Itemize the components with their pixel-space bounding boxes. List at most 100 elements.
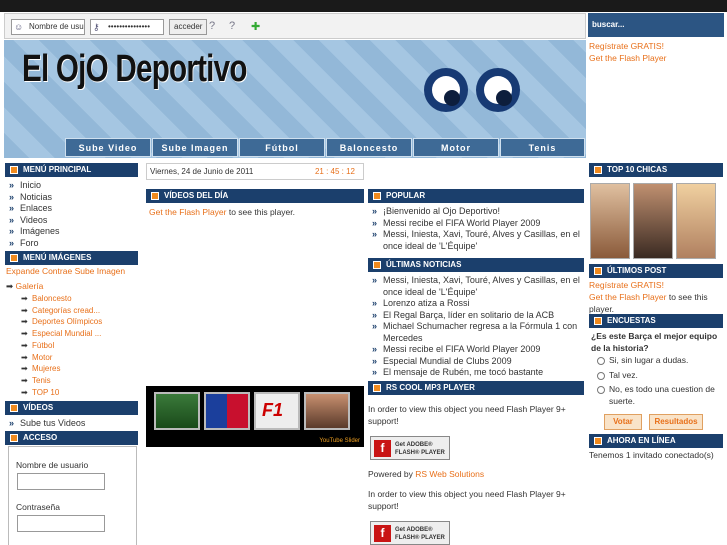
access-username-input[interactable] bbox=[17, 473, 105, 490]
radio-button bbox=[597, 357, 605, 365]
menu-item-foro[interactable]: Foro bbox=[4, 238, 140, 250]
login-bar: ☺ Nombre de usu ⚷ ••••••••••••••• accede… bbox=[4, 13, 586, 39]
gallery-item[interactable]: Categorías cread... bbox=[4, 305, 140, 317]
key-icon: ⚷ bbox=[93, 22, 100, 32]
menu-item-upload-videos[interactable]: Sube tus Videos bbox=[4, 418, 140, 430]
results-button[interactable]: Resultados bbox=[649, 414, 703, 430]
latest-news-list: Messi, Iniesta, Xavi, Touré, Alves y Cas… bbox=[367, 275, 585, 379]
get-flash-button-2[interactable]: f Get ADOBE® FLASH® PLAYER bbox=[370, 521, 450, 545]
main-menu: Inicio Noticias Enlaces Videos Imágenes … bbox=[4, 180, 140, 249]
latest-news-header: ÚLTIMAS NOTICIAS bbox=[368, 258, 584, 272]
upload-image-link[interactable]: Sube Imagen bbox=[75, 266, 126, 276]
top10-photo[interactable] bbox=[590, 183, 630, 259]
access-password-input[interactable] bbox=[17, 515, 105, 532]
site-title: El OjO Deportivo bbox=[22, 48, 247, 90]
search-input[interactable]: buscar... bbox=[588, 13, 724, 37]
rs-web-solutions-link[interactable]: RS Web Solutions bbox=[415, 469, 484, 479]
date-bar: Viernes, 24 de Junio de 2011 21 : 45 : 1… bbox=[146, 163, 364, 180]
password-label: Contraseña bbox=[16, 502, 60, 512]
flash-player-link[interactable]: Get the Flash Player bbox=[589, 53, 666, 63]
gallery-item[interactable]: Tenis bbox=[4, 375, 140, 387]
video-thumb-nba[interactable] bbox=[204, 392, 250, 430]
vote-button[interactable]: Votar bbox=[604, 414, 642, 430]
poll-option[interactable]: No, es todo una cuestion de suerte. bbox=[589, 384, 725, 407]
gallery-item[interactable]: Fútbol bbox=[4, 340, 140, 352]
user-icon: ☺ bbox=[14, 22, 24, 32]
clock: 21 : 45 : 12 bbox=[314, 167, 355, 176]
nav-tab-futbol[interactable]: Fútbol bbox=[239, 138, 325, 157]
menu-item-videos[interactable]: Videos bbox=[4, 215, 140, 227]
get-flash-link-2[interactable]: Get the Flash Player bbox=[589, 292, 666, 302]
password-input[interactable]: ⚷ ••••••••••••••• bbox=[90, 19, 164, 35]
nav-tab-motor[interactable]: Motor bbox=[413, 138, 499, 157]
videos-day-header: VÍDEOS DEL DÍA bbox=[146, 189, 364, 203]
slider-label: YouTube Slider bbox=[319, 438, 360, 444]
popular-header: POPULAR bbox=[368, 189, 584, 203]
username-label: Nombre de usuario bbox=[16, 460, 89, 470]
f1-logo-icon: F1 bbox=[262, 400, 284, 420]
gallery-item[interactable]: Especial Mundial ... bbox=[4, 328, 140, 340]
news-item[interactable]: Lorenzo atiza a Rossi bbox=[367, 298, 585, 310]
poll-option[interactable]: Si, sin lugar a dudas. bbox=[589, 355, 725, 367]
gallery-item[interactable]: Mujeres bbox=[4, 363, 140, 375]
top10-photo[interactable] bbox=[633, 183, 673, 259]
gallery-root[interactable]: ➡ Galería bbox=[6, 281, 43, 293]
gallery-item[interactable]: TOP 10 bbox=[4, 387, 140, 399]
news-item[interactable]: Messi, Iniesta, Xavi, Touré, Alves y Cas… bbox=[367, 275, 585, 298]
image-menu: Baloncesto Categorías cread... Deportes … bbox=[4, 293, 140, 398]
right-top-links: Regístrate GRATIS! Get the Flash Player bbox=[588, 40, 724, 158]
menu-item-noticias[interactable]: Noticias bbox=[4, 192, 140, 204]
nav-tab-tenis[interactable]: Tenis bbox=[500, 138, 585, 157]
video-thumb-football[interactable] bbox=[154, 392, 200, 430]
radio-button bbox=[597, 371, 605, 380]
username-input[interactable]: ☺ Nombre de usu bbox=[11, 19, 85, 35]
collapse-link[interactable]: Contrae bbox=[42, 266, 72, 276]
online-text: Tenemos 1 invitado conectado(s) bbox=[589, 450, 714, 460]
video-slider[interactable]: F1 YouTube Slider bbox=[146, 386, 364, 447]
login-button[interactable]: acceder bbox=[169, 19, 208, 35]
menu-item-inicio[interactable]: Inicio bbox=[4, 180, 140, 192]
top10-photo[interactable] bbox=[676, 183, 716, 259]
forgot-username-icon[interactable]: ? bbox=[229, 20, 235, 32]
image-menu-header: MENÚ IMÁGENES bbox=[5, 251, 138, 265]
video-thumb-player[interactable] bbox=[304, 392, 350, 430]
popular-item[interactable]: Messi, Iniesta, Xavi, Touré, Alves y Cas… bbox=[367, 229, 585, 252]
register-link-2[interactable]: Regístrate GRATIS! bbox=[589, 280, 664, 290]
news-item[interactable]: Especial Mundial de Clubs 2009 bbox=[367, 356, 585, 368]
news-item[interactable]: El Regal Barça, líder en solitario de la… bbox=[367, 310, 585, 322]
nav-tab-sube-imagen[interactable]: Sube Imagen bbox=[152, 138, 238, 157]
arrow-right-icon: ➡ bbox=[6, 281, 14, 291]
video-thumb-f1[interactable]: F1 bbox=[254, 392, 300, 430]
top-strip bbox=[0, 0, 727, 12]
main-nav: Sube Video Sube Imagen Fútbol Baloncesto… bbox=[65, 138, 585, 157]
get-flash-link[interactable]: Get the Flash Player bbox=[149, 207, 226, 217]
popular-item[interactable]: ¡Bienvenido al Ojo Deportivo! bbox=[367, 206, 585, 218]
current-date: Viernes, 24 de Junio de 2011 bbox=[150, 167, 254, 176]
gallery-item[interactable]: Motor bbox=[4, 352, 140, 364]
menu-item-imagenes[interactable]: Imágenes bbox=[4, 226, 140, 238]
popular-item[interactable]: Messi recibe el FIFA World Player 2009 bbox=[367, 218, 585, 230]
mp3-flash-notice: In order to view this object you need Fl… bbox=[368, 404, 566, 426]
image-menu-controls: Expande Contrae Sube Imagen bbox=[6, 266, 125, 278]
expand-link[interactable]: Expande bbox=[6, 266, 40, 276]
register-icon[interactable]: ✚ bbox=[251, 20, 260, 33]
radio-button bbox=[597, 386, 605, 394]
nav-tab-sube-video[interactable]: Sube Video bbox=[65, 138, 151, 157]
top10-header: TOP 10 CHICAS bbox=[589, 163, 723, 177]
news-item[interactable]: El mensaje de Rubén, me tocó bastante bbox=[367, 367, 585, 379]
poll-option[interactable]: Tal vez. bbox=[589, 370, 725, 382]
poll-header: ENCUESTAS bbox=[589, 314, 723, 328]
gallery-item[interactable]: Deportes Olímpicos bbox=[4, 316, 140, 328]
flash-icon: f bbox=[374, 440, 391, 457]
nav-tab-baloncesto[interactable]: Baloncesto bbox=[326, 138, 412, 157]
news-item[interactable]: Messi recibe el FIFA World Player 2009 bbox=[367, 344, 585, 356]
news-item[interactable]: Michael Schumacher regresa a la Fórmula … bbox=[367, 321, 585, 344]
forgot-password-icon[interactable]: ? bbox=[209, 20, 215, 32]
gallery-item[interactable]: Baloncesto bbox=[4, 293, 140, 305]
get-flash-button[interactable]: f Get ADOBE® FLASH® PLAYER bbox=[370, 436, 450, 460]
access-header: ACCESO bbox=[5, 431, 138, 445]
menu-item-enlaces[interactable]: Enlaces bbox=[4, 203, 140, 215]
register-link[interactable]: Regístrate GRATIS! bbox=[589, 41, 664, 51]
mp3-header: RS COOL MP3 PLAYER bbox=[368, 381, 584, 395]
access-panel: Nombre de usuario Contraseña bbox=[8, 446, 137, 545]
